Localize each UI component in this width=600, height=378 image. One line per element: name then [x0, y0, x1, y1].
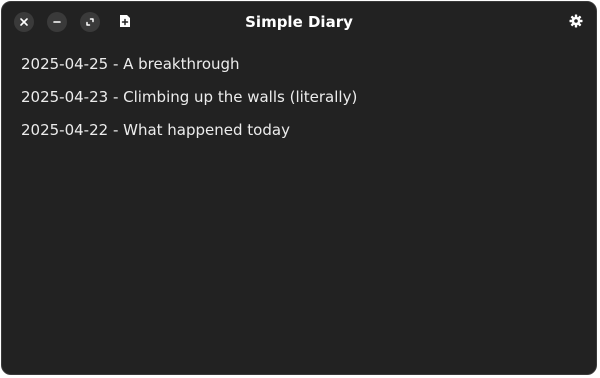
minimize-button[interactable] — [47, 12, 67, 32]
minimize-icon — [52, 17, 62, 27]
close-button[interactable] — [14, 12, 34, 32]
diary-entry[interactable]: 2025-04-23 - Climbing up the walls (lite… — [2, 81, 596, 114]
new-entry-button[interactable] — [115, 12, 135, 32]
settings-button[interactable] — [566, 12, 586, 32]
maximize-icon — [85, 17, 95, 27]
maximize-button[interactable] — [80, 12, 100, 32]
diary-entry[interactable]: 2025-04-22 - What happened today — [2, 114, 596, 147]
app-window: Simple Diary 2025-04-25 - A breakthrough… — [1, 1, 597, 375]
new-document-icon — [119, 13, 131, 32]
diary-entry-list: 2025-04-25 - A breakthrough 2025-04-23 -… — [2, 48, 596, 147]
titlebar: Simple Diary — [2, 2, 596, 42]
close-icon — [19, 17, 29, 27]
diary-entry[interactable]: 2025-04-25 - A breakthrough — [2, 48, 596, 81]
gear-icon — [569, 13, 583, 32]
